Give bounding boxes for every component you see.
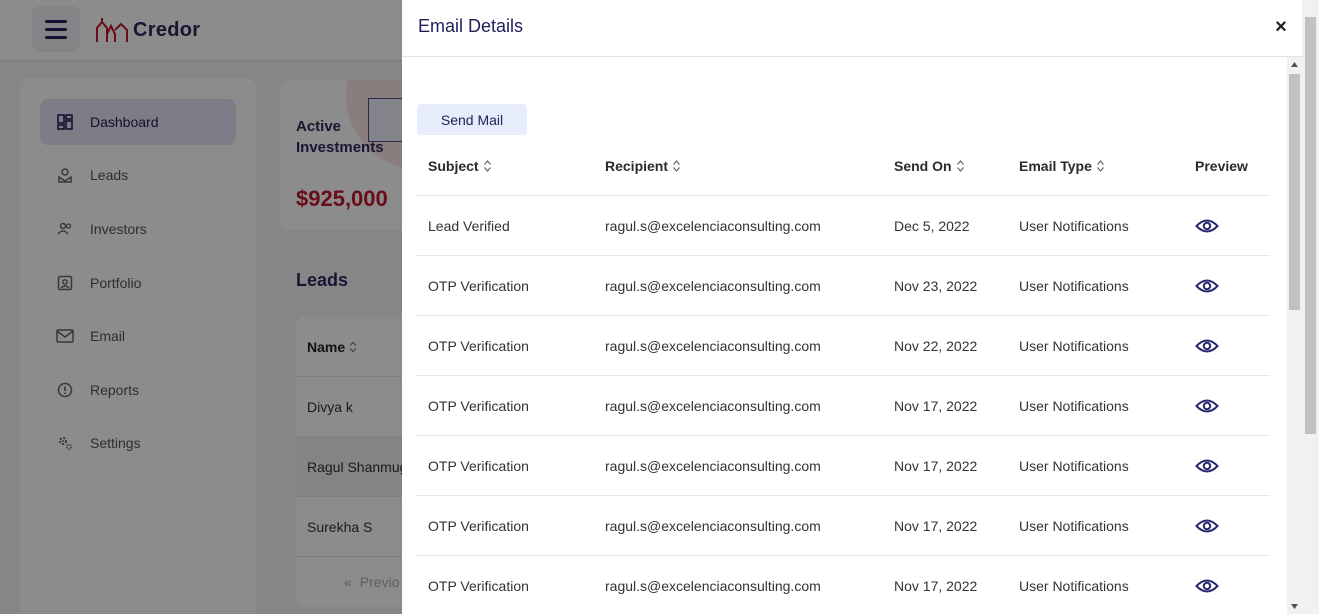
cell-email-type: User Notifications [1019, 277, 1129, 294]
eye-icon[interactable] [1195, 573, 1221, 599]
cell-recipient: ragul.s@excelenciaconsulting.com [605, 397, 821, 414]
column-header-email-type[interactable]: Email Type [1008, 158, 1184, 174]
cell-email-type: User Notifications [1019, 217, 1129, 234]
cell-preview [1184, 573, 1270, 599]
email-table: Subject Recipient Send On Email Type Pre… [417, 136, 1270, 614]
cell-recipient: ragul.s@excelenciaconsulting.com [605, 337, 821, 354]
cell-recipient: ragul.s@excelenciaconsulting.com [605, 577, 821, 594]
cell-recipient: ragul.s@excelenciaconsulting.com [605, 457, 821, 474]
drawer-title: Email Details [418, 16, 524, 36]
cell-email-type: User Notifications [1019, 457, 1129, 474]
cell-subject: OTP Verification [428, 577, 529, 594]
table-row[interactable]: OTP Verification ragul.s@excelenciaconsul… [417, 496, 1270, 556]
scroll-thumb[interactable] [1289, 74, 1300, 310]
cell-recipient: ragul.s@excelenciaconsulting.com [605, 217, 821, 234]
page-scroll-thumb[interactable] [1305, 17, 1316, 434]
table-row[interactable]: OTP Verification ragul.s@excelenciaconsul… [417, 556, 1270, 614]
cell-send-on: Nov 17, 2022 [894, 397, 978, 414]
cell-send-on: Nov 23, 2022 [894, 277, 978, 294]
cell-recipient: ragul.s@excelenciaconsulting.com [605, 517, 821, 534]
scroll-up-arrow-icon[interactable] [1287, 57, 1302, 72]
cell-email-type: User Notifications [1019, 577, 1129, 594]
table-header: Subject Recipient Send On Email Type Pre… [417, 136, 1270, 196]
column-header-preview: Preview [1195, 157, 1248, 174]
table-body: Lead Verified ragul.s@excelenciaconsultin… [417, 196, 1270, 614]
send-mail-button[interactable]: Send Mail [417, 104, 527, 135]
cell-email-type: User Notifications [1019, 337, 1129, 354]
cell-preview [1184, 333, 1270, 359]
cell-send-on: Nov 17, 2022 [894, 577, 978, 594]
drawer-header: Email Details × [402, 0, 1319, 57]
eye-icon[interactable] [1195, 513, 1221, 539]
cell-preview [1184, 393, 1270, 419]
cell-email-type: User Notifications [1019, 517, 1129, 534]
table-row[interactable]: Lead Verified ragul.s@excelenciaconsultin… [417, 196, 1270, 256]
drawer-scrollbar[interactable] [1287, 57, 1302, 614]
column-header-send-on[interactable]: Send On [883, 158, 1008, 174]
cell-subject: OTP Verification [428, 337, 529, 354]
sort-icon [1096, 159, 1104, 172]
eye-icon[interactable] [1195, 453, 1221, 479]
cell-recipient: ragul.s@excelenciaconsulting.com [605, 277, 821, 294]
cell-email-type: User Notifications [1019, 397, 1129, 414]
cell-preview [1184, 453, 1270, 479]
cell-subject: OTP Verification [428, 517, 529, 534]
close-button[interactable]: × [1271, 17, 1291, 37]
scroll-down-arrow-icon[interactable] [1287, 599, 1302, 614]
cell-send-on: Nov 17, 2022 [894, 457, 978, 474]
cell-preview [1184, 513, 1270, 539]
eye-icon[interactable] [1195, 273, 1221, 299]
cell-subject: OTP Verification [428, 457, 529, 474]
drawer-body: Send Mail Subject Recipient Send On Emai… [402, 57, 1287, 614]
cell-preview [1184, 213, 1270, 239]
column-header-recipient[interactable]: Recipient [594, 158, 883, 174]
email-details-drawer: Email Details × Send Mail Subject Recipi… [402, 0, 1319, 614]
cell-subject: OTP Verification [428, 397, 529, 414]
cell-send-on: Dec 5, 2022 [894, 217, 970, 234]
eye-icon[interactable] [1195, 393, 1221, 419]
cell-subject: Lead Verified [428, 217, 510, 234]
close-icon: × [1275, 16, 1287, 38]
eye-icon[interactable] [1195, 213, 1221, 239]
table-row[interactable]: OTP Verification ragul.s@excelenciaconsul… [417, 376, 1270, 436]
cell-send-on: Nov 17, 2022 [894, 517, 978, 534]
table-row[interactable]: OTP Verification ragul.s@excelenciaconsul… [417, 436, 1270, 496]
sort-icon [673, 159, 680, 172]
cell-preview [1184, 273, 1270, 299]
cell-subject: OTP Verification [428, 277, 529, 294]
eye-icon[interactable] [1195, 333, 1221, 359]
sort-icon [483, 159, 491, 172]
table-row[interactable]: OTP Verification ragul.s@excelenciaconsul… [417, 256, 1270, 316]
sort-icon [956, 159, 964, 172]
table-row[interactable]: OTP Verification ragul.s@excelenciaconsul… [417, 316, 1270, 376]
cell-send-on: Nov 22, 2022 [894, 337, 978, 354]
page-scrollbar[interactable] [1302, 0, 1319, 614]
column-header-subject[interactable]: Subject [417, 158, 594, 174]
